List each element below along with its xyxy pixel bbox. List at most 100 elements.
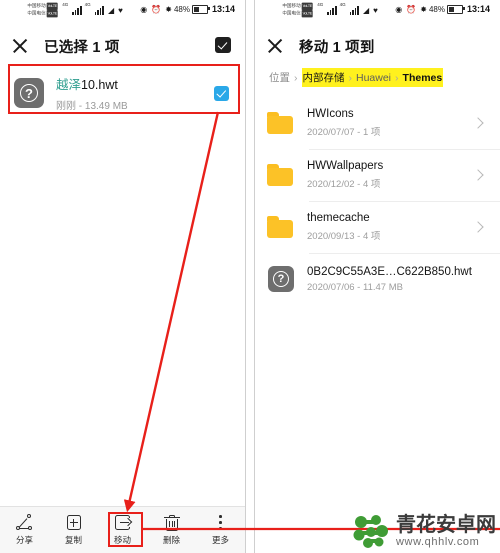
- bluetooth-icon-2: ✸: [420, 4, 427, 14]
- bluetooth-icon: ✸: [165, 4, 172, 14]
- file-name-rest: 10.hwt: [81, 78, 118, 92]
- carrier-labels: 中国移动 VoLTE 中国电信 VoLTE: [27, 2, 58, 18]
- share-icon: [15, 514, 34, 531]
- list-item-subtitle: 2020/07/07 - 1 项: [307, 127, 381, 138]
- delete-button-label: 删除: [162, 535, 180, 545]
- file-name-highlight: 越泽: [56, 78, 82, 92]
- close-icon[interactable]: [12, 38, 28, 54]
- list-item-title: themecache: [307, 212, 370, 224]
- more-button[interactable]: 更多: [196, 514, 245, 546]
- file-name: 越泽10.hwt: [56, 74, 214, 93]
- bottom-action-toolbar: 分享 复制 移动 删除 更多: [0, 506, 245, 553]
- battery-percent-label: 48%: [173, 4, 190, 14]
- volte-badge-4: VoLTE: [301, 10, 313, 18]
- breadcrumb-separator-1: ›: [348, 71, 353, 84]
- site-name-cn: 青花安卓网: [396, 512, 496, 536]
- signal-bars-icon-3: [327, 5, 337, 15]
- list-item-title: HWIcons: [307, 108, 354, 120]
- rotation-lock-icon-2: ◉: [395, 4, 403, 14]
- breadcrumb-separator-2: ›: [395, 71, 399, 84]
- delete-icon: [163, 514, 181, 531]
- right-page-title: 移动 1 项到: [299, 39, 375, 56]
- copy-icon: [65, 514, 83, 531]
- signal-bars-icon-2: [94, 5, 105, 15]
- file-meta: 越泽10.hwt 刚刚 - 13.49 MB: [56, 74, 214, 112]
- right-app-bar: 移动 1 项到: [255, 26, 500, 66]
- close-icon-right[interactable]: [267, 38, 283, 54]
- breadcrumb-segment-internal-storage[interactable]: 内部存储: [303, 70, 345, 85]
- rotation-lock-icon: ◉: [140, 4, 148, 14]
- volte-badge-3: VoLTE: [301, 2, 313, 10]
- network-type-label-1: 4G: [62, 2, 69, 7]
- more-icon: [212, 514, 230, 531]
- status-bar-left: 中国移动 VoLTE 中国电信 VoLTE 4G 4G ◢ ♥ ◉ ⏰ ✸ 48…: [0, 0, 245, 26]
- list-item-title: 0B2C9C55A3E…C622B850.hwt: [307, 265, 472, 278]
- unknown-file-icon: ?: [267, 266, 295, 292]
- breadcrumb-separator-0: ›: [294, 71, 298, 84]
- watermark-text: 青花安卓网 www.qhhlv.com: [396, 514, 496, 548]
- site-url: www.qhhlv.com: [396, 536, 480, 548]
- breadcrumb-segment-huawei[interactable]: Huawei: [356, 72, 391, 84]
- breadcrumb: 位置 › 内部存储 › Huawei › Themes: [255, 66, 500, 97]
- delete-button[interactable]: 删除: [147, 514, 196, 546]
- select-all-checkbox[interactable]: [215, 37, 231, 53]
- network-type-label-4: 4G: [339, 2, 346, 7]
- carrier-secondary-label: 中国电信: [27, 10, 46, 17]
- share-button[interactable]: 分享: [0, 514, 49, 546]
- carrier-primary-label: 中国移动: [27, 3, 46, 10]
- copy-button[interactable]: 复制: [49, 514, 98, 546]
- vpn-icon: ♥: [118, 5, 123, 15]
- list-item-text: themecache 2020/09/13 - 4 项: [307, 212, 474, 242]
- battery-icon-2: [446, 4, 465, 14]
- chevron-right-icon: [472, 117, 484, 129]
- left-app-bar: 已选择 1 项: [0, 26, 245, 66]
- clock-label: 13:14: [211, 4, 235, 14]
- list-item[interactable]: themecache 2020/09/13 - 4 项: [255, 201, 500, 253]
- status-bar-left-cluster: 中国移动 VoLTE 中国电信 VoLTE 4G 4G ◢ ♥: [26, 2, 123, 18]
- breadcrumb-highlighted-path: 内部存储 › Huawei › Themes: [301, 68, 444, 87]
- move-button[interactable]: 移动: [98, 514, 147, 546]
- signal-bars-icon-4: [349, 5, 360, 15]
- list-item-title: HWWallpapers: [307, 160, 384, 172]
- list-item[interactable]: ? 0B2C9C55A3E…C622B850.hwt 2020/07/06 - …: [255, 253, 500, 305]
- network-type-label-3: 4G: [317, 2, 324, 7]
- alarm-icon-2: ⏰: [406, 4, 417, 14]
- file-subtitle: 刚刚 - 13.49 MB: [56, 101, 128, 112]
- carrier-primary-label-2: 中国移动: [282, 3, 301, 10]
- carrier-labels-2: 中国移动 VoLTE 中国电信 VoLTE: [282, 2, 313, 18]
- status-bar-right: 中国移动 VoLTE 中国电信 VoLTE 4G 4G ◢ ♥ ◉ ⏰ ✸ 48…: [255, 0, 500, 26]
- list-item[interactable]: HWIcons 2020/07/07 - 1 项: [255, 97, 500, 149]
- vpn-icon-2: ♥: [373, 5, 378, 15]
- site-logo-icon: [353, 515, 388, 548]
- list-item-subtitle: 2020/07/06 - 11.47 MB: [307, 281, 403, 293]
- network-type-label-2: 4G: [84, 2, 91, 7]
- volte-badge-2: VoLTE: [46, 10, 58, 18]
- file-row-checkbox[interactable]: [214, 85, 229, 101]
- volte-badge-1: VoLTE: [46, 2, 58, 10]
- list-item-text: 0B2C9C55A3E…C622B850.hwt 2020/07/06 - 11…: [307, 266, 488, 293]
- copy-button-label: 复制: [64, 535, 82, 545]
- list-item-text: HWWallpapers 2020/12/02 - 4 项: [307, 160, 474, 190]
- battery-percent-label-2: 48%: [428, 4, 445, 14]
- folder-icon: [267, 164, 295, 186]
- chevron-right-icon: [472, 221, 484, 233]
- alarm-icon: ⏰: [151, 4, 162, 14]
- watermark: 青花安卓网 www.qhhlv.com: [349, 511, 496, 551]
- carrier-secondary-label-2: 中国电信: [282, 10, 301, 17]
- left-screen-selection-mode: 中国移动 VoLTE 中国电信 VoLTE 4G 4G ◢ ♥ ◉ ⏰ ✸ 48…: [0, 0, 246, 553]
- breadcrumb-segment-themes[interactable]: Themes: [403, 72, 443, 84]
- wifi-icon-2: ◢: [363, 5, 370, 15]
- status-bar-right-cluster-2: ◉ ⏰ ✸ 48% 13:14: [393, 4, 490, 14]
- status-bar-right-cluster: ◉ ⏰ ✸ 48% 13:14: [138, 4, 235, 14]
- battery-icon: [191, 4, 210, 14]
- chevron-right-icon: [472, 169, 484, 181]
- list-item-text: HWIcons 2020/07/07 - 1 项: [307, 108, 474, 138]
- clock-label-2: 13:14: [466, 4, 490, 14]
- unknown-file-icon: ?: [14, 78, 44, 108]
- selected-file-row[interactable]: ? 越泽10.hwt 刚刚 - 13.49 MB: [0, 66, 245, 120]
- signal-bars-icon-1: [72, 5, 82, 15]
- destination-list: HWIcons 2020/07/07 - 1 项 HWWallpapers 20…: [255, 97, 500, 305]
- list-item[interactable]: HWWallpapers 2020/12/02 - 4 项: [255, 149, 500, 201]
- share-button-label: 分享: [15, 535, 33, 545]
- more-button-label: 更多: [211, 535, 229, 545]
